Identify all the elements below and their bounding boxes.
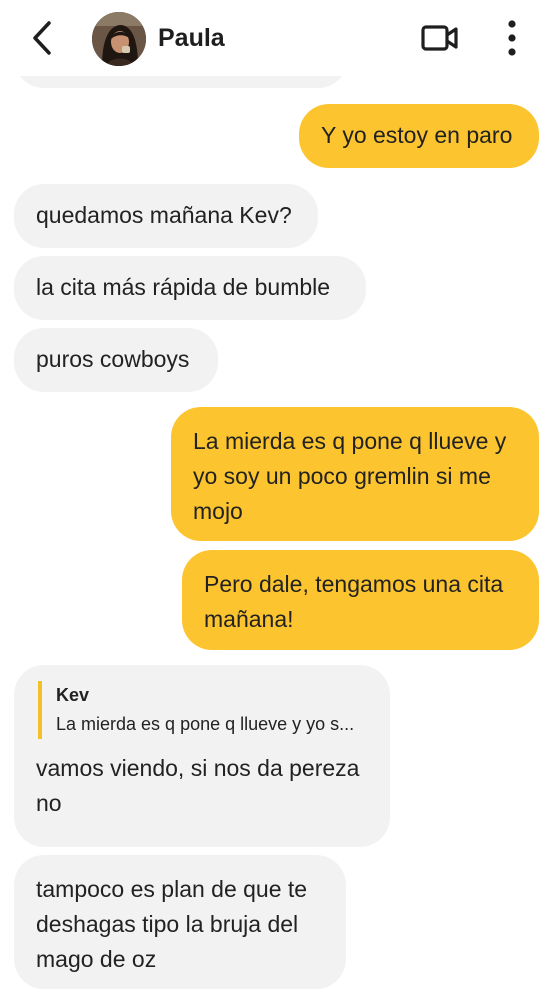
quote-author: Kev	[56, 685, 90, 705]
message-text: puros cowboys	[36, 346, 190, 372]
incoming-message[interactable]: quedamos mañana Kev?	[14, 184, 318, 248]
back-chevron-icon	[33, 21, 51, 55]
message-text: la cita más rápida de bumble	[36, 274, 331, 300]
reply-quote[interactable]: Kev La mierda es q pone q llueve y yo s.…	[38, 681, 368, 739]
message-text: Y yo estoy en paro	[321, 122, 513, 148]
contact-name[interactable]: Paula	[158, 22, 225, 54]
chat-header: Paula	[0, 0, 554, 76]
incoming-message[interactable]: puros cowboys	[14, 328, 218, 392]
message-text: tampoco es plan de que te deshagas tipo …	[36, 876, 308, 972]
more-options-button[interactable]	[496, 16, 528, 60]
back-button[interactable]	[22, 16, 62, 60]
message-text: La mierda es q pone q llueve y yo soy un…	[193, 428, 507, 524]
message-text: Pero dale, tengamos una cita mañana!	[204, 571, 504, 632]
video-call-button[interactable]	[420, 20, 460, 56]
chat-screen: Paula Y yo estoy en paro quedamos mañana…	[0, 0, 554, 1000]
incoming-message[interactable]: la cita más rápida de bumble	[14, 256, 366, 320]
quote-text: La mierda es q pone q llueve y yo s...	[56, 714, 355, 734]
message-text: quedamos mañana Kev?	[36, 202, 292, 228]
incoming-message[interactable]: tampoco es plan de que te deshagas tipo …	[14, 855, 346, 989]
incoming-reply-message[interactable]: Kev La mierda es q pone q llueve y yo s.…	[14, 665, 390, 847]
outgoing-message[interactable]: Pero dale, tengamos una cita mañana!	[182, 550, 539, 650]
video-call-icon	[421, 25, 458, 51]
outgoing-message[interactable]: Y yo estoy en paro	[299, 104, 539, 168]
contact-avatar[interactable]	[92, 12, 146, 66]
more-options-icon	[508, 20, 516, 56]
message-text: vamos viendo, si nos da pereza no	[36, 755, 360, 816]
avatar-photo	[92, 12, 146, 66]
outgoing-message[interactable]: La mierda es q pone q llueve y yo soy un…	[171, 407, 539, 541]
